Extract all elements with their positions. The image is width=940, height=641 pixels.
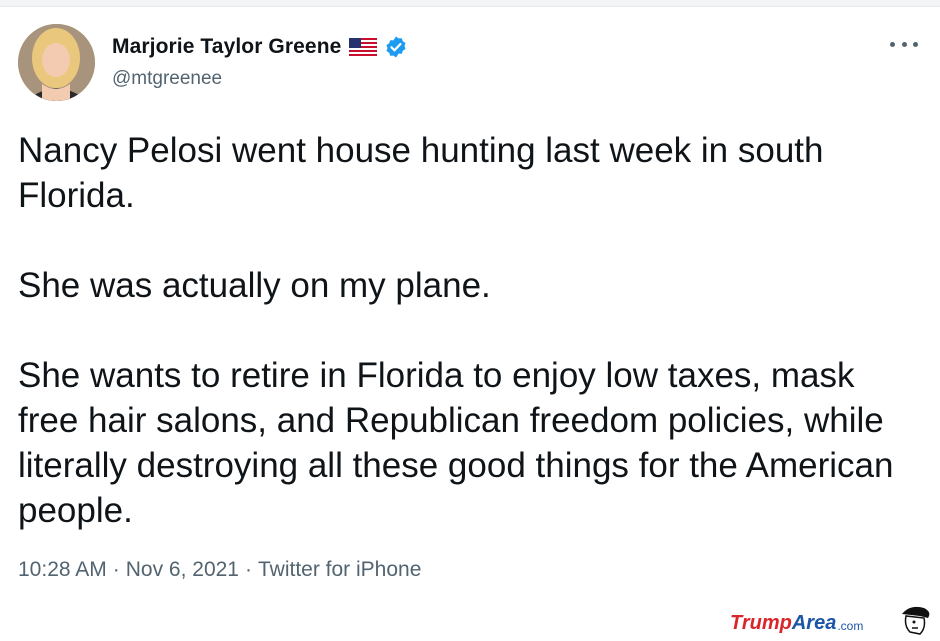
top-divider: [0, 0, 940, 7]
avatar[interactable]: [18, 24, 95, 101]
tweet-paragraph: She wants to retire in Florida to enjoy …: [18, 356, 894, 530]
tweet-paragraph: She was actually on my plane.: [18, 266, 491, 305]
author-row: Marjorie Taylor Greene: [112, 34, 408, 60]
watermark-part3: .com: [837, 619, 864, 633]
watermark: Trump Area .com: [730, 612, 863, 635]
meta-separator: ·: [244, 558, 252, 581]
tweet-text: Nancy Pelosi went house hunting last wee…: [18, 128, 918, 533]
watermark-part1: Trump: [730, 612, 792, 634]
tweet-metadata: 10:28 AM · Nov 6, 2021 · Twitter for iPh…: [18, 558, 421, 582]
author-handle[interactable]: @mtgreenee: [112, 68, 222, 90]
author-name[interactable]: Marjorie Taylor Greene: [112, 35, 341, 59]
verified-badge-icon: [384, 35, 408, 59]
tweet-date[interactable]: Nov 6, 2021: [126, 558, 239, 582]
watermark-logo-icon: [896, 604, 934, 636]
tweet-time[interactable]: 10:28 AM: [18, 558, 107, 582]
more-options-icon[interactable]: [890, 36, 918, 52]
tweet-source[interactable]: Twitter for iPhone: [258, 558, 421, 582]
us-flag-icon: [349, 37, 378, 57]
meta-separator: ·: [112, 558, 120, 581]
tweet-paragraph: Nancy Pelosi went house hunting last wee…: [18, 131, 824, 215]
watermark-part2: Area: [791, 612, 837, 634]
avatar-image: [18, 24, 95, 101]
